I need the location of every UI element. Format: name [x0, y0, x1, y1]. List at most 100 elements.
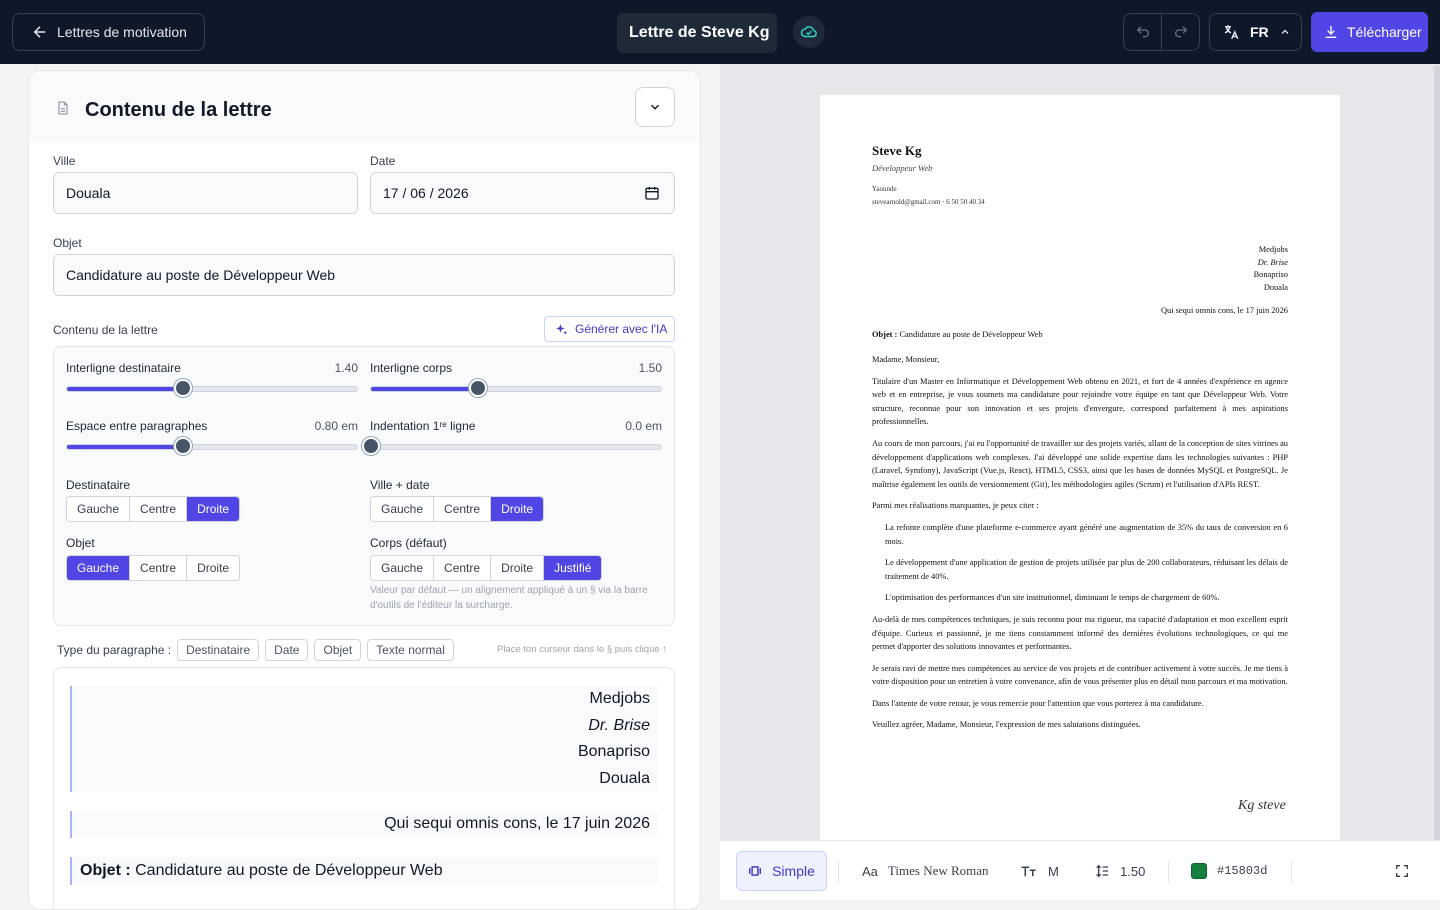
- achievement-item: La refonte complète d'une plateforme e-c…: [885, 522, 1288, 546]
- sender-role: Développeur Web: [872, 163, 933, 173]
- body-paragraph: Veuillez agréer, Madame, Monsieur, l'exp…: [872, 720, 1141, 730]
- letter-objet-prefix: Objet :: [872, 330, 898, 339]
- align-centre-button[interactable]: Centre: [129, 556, 186, 580]
- type-destinataire-button[interactable]: Destinataire: [177, 639, 260, 661]
- espace-paragraphes-value: 0.80 em: [314, 419, 358, 433]
- preview-scrollbar[interactable]: [1434, 66, 1440, 842]
- document-title[interactable]: Lettre de Steve Kg: [617, 13, 777, 53]
- template-icon: [749, 866, 762, 876]
- divider: [1168, 861, 1169, 883]
- size-value: M: [1048, 863, 1059, 879]
- slider-thumb[interactable]: [362, 437, 380, 455]
- editor-recipient-line: Bonapriso: [577, 743, 650, 760]
- formatting-settings: Interligne destinataire 1.40 Interligne …: [53, 346, 675, 626]
- editor-recipient-line: Douala: [599, 769, 650, 787]
- letter-date: Qui sequi omnis cons, le 17 juin 2026: [1160, 306, 1288, 315]
- destinataire-align-group: Gauche Centre Droite: [66, 496, 241, 522]
- font-icon: Aa: [862, 863, 878, 879]
- ville-input[interactable]: Douala: [53, 172, 358, 214]
- objet-input[interactable]: Candidature au poste de Développeur Web: [53, 254, 675, 296]
- ville-date-align-label: Ville + date: [370, 478, 430, 492]
- align-centre-button[interactable]: Centre: [129, 497, 186, 521]
- template-button[interactable]: Simple: [736, 851, 827, 891]
- undo-button[interactable]: [1124, 14, 1161, 50]
- letter-objet-text: Candidature au poste de Développeur Web: [899, 330, 1043, 339]
- editor-objet-block[interactable]: Objet : Candidature au poste de Développ…: [70, 857, 658, 885]
- slider-thumb[interactable]: [469, 379, 488, 397]
- editor-recipient-block[interactable]: Medjobs Dr. Brise Bonapriso Douala: [70, 686, 658, 792]
- paragraph-type-label: Type du paragraphe :: [57, 643, 172, 657]
- history-controls: [1123, 13, 1200, 51]
- redo-button[interactable]: [1161, 14, 1199, 50]
- editor-date-block[interactable]: Qui sequi omnis cons, le 17 juin 2026: [70, 811, 658, 838]
- interligne-corps-slider[interactable]: [370, 379, 662, 397]
- line-height-selector[interactable]: 1.50: [1094, 841, 1145, 901]
- download-button[interactable]: Télécharger: [1311, 12, 1428, 52]
- align-justifie-button[interactable]: Justifié: [543, 556, 602, 580]
- color-selector[interactable]: #15803d: [1191, 841, 1267, 901]
- align-gauche-button[interactable]: Gauche: [67, 497, 129, 521]
- line-height-value: 1.50: [1120, 863, 1146, 879]
- editor-date-line: Qui sequi omnis cons, le 17 juin 2026: [384, 815, 650, 832]
- generate-ai-label: Générer avec l'IA: [575, 322, 668, 336]
- interligne-corps-value: 1.50: [638, 361, 662, 375]
- interligne-destinataire-slider[interactable]: [66, 379, 358, 397]
- achievement-item: L'optimisation des performances d'un sit…: [885, 593, 1220, 603]
- slider-thumb[interactable]: [174, 437, 192, 455]
- collapse-button[interactable]: [635, 87, 675, 127]
- align-centre-button[interactable]: Centre: [433, 556, 490, 580]
- divider: [1291, 861, 1292, 883]
- body-paragraph: Je serais ravi de mettre mes compétences…: [872, 663, 1288, 687]
- language-code: FR: [1250, 24, 1269, 40]
- align-droite-button[interactable]: Droite: [186, 497, 240, 521]
- body-paragraph: Au-delà de mes compétences techniques, j…: [872, 614, 1288, 652]
- type-texte-normal-button[interactable]: Texte normal: [367, 639, 454, 661]
- recipient-line: Dr. Brise: [1257, 257, 1288, 267]
- align-gauche-button[interactable]: Gauche: [371, 497, 433, 521]
- indentation-slider[interactable]: [362, 437, 662, 455]
- align-droite-button[interactable]: Droite: [490, 556, 543, 580]
- preview-panel: Steve Kg Développeur Web Yaounde stevear…: [720, 64, 1440, 855]
- editor-recipient-line: Medjobs: [589, 690, 650, 707]
- date-input[interactable]: 17 / 06 / 2026: [370, 172, 675, 214]
- top-bar: Lettres de motivation Lettre de Steve Kg…: [0, 0, 1440, 64]
- size-selector[interactable]: M: [1020, 841, 1059, 901]
- slider-fill: [371, 387, 479, 391]
- align-centre-button[interactable]: Centre: [433, 497, 490, 521]
- recipient-block: Medjobs Dr. Brise Bonapriso Douala: [872, 244, 1288, 294]
- align-gauche-button[interactable]: Gauche: [371, 556, 433, 580]
- slider-thumb[interactable]: [174, 379, 192, 397]
- download-icon: [1325, 26, 1337, 38]
- date-value: 17 / 06 / 2026: [383, 185, 469, 201]
- font-name: Times New Roman: [887, 863, 989, 878]
- type-objet-button[interactable]: Objet: [314, 639, 362, 661]
- font-selector[interactable]: Aa Times New Roman: [862, 841, 989, 901]
- corps-align-label: Corps (défaut): [370, 536, 447, 550]
- espace-paragraphes-label: Espace entre paragraphes: [66, 419, 208, 433]
- signature: Kg steve: [1238, 798, 1286, 813]
- text-size-icon: [1021, 866, 1036, 877]
- objet-label: Objet: [53, 236, 82, 250]
- body-paragraph: Titulaire d'un Master en Informatique et…: [872, 376, 1288, 427]
- align-droite-button[interactable]: Droite: [186, 556, 239, 580]
- espace-paragraphes-slider[interactable]: [66, 437, 358, 455]
- calendar-icon[interactable]: [644, 185, 660, 201]
- achievement-item: Le développement d'une application de ge…: [885, 558, 1288, 581]
- objet-align-label: Objet: [66, 536, 95, 550]
- type-date-button[interactable]: Date: [265, 639, 309, 661]
- paragraph-type-bar: Type du paragraphe : Destinataire Date O…: [57, 639, 454, 661]
- interligne-destinataire-label: Interligne destinataire: [66, 361, 181, 375]
- editor-objet-text: Candidature au poste de Développeur Web: [135, 862, 443, 879]
- editor-objet-prefix: Objet :: [80, 862, 131, 879]
- language-selector[interactable]: FR: [1209, 13, 1302, 51]
- body-paragraph: Parmi mes réalisations marquantes, je pe…: [872, 501, 1039, 511]
- back-button[interactable]: Lettres de motivation: [12, 13, 205, 51]
- align-gauche-button[interactable]: Gauche: [67, 556, 130, 580]
- letter-content-panel: Contenu de la lettre Ville Douala Date 1…: [28, 70, 701, 910]
- corps-align-group: Gauche Centre Droite Justifié: [370, 555, 603, 581]
- fullscreen-button[interactable]: [1394, 841, 1410, 901]
- recipient-line: Bonapriso: [1253, 270, 1288, 279]
- align-droite-button[interactable]: Droite: [490, 497, 544, 521]
- letter-editor[interactable]: Medjobs Dr. Brise Bonapriso Douala Qui s…: [53, 667, 675, 909]
- generate-ai-button[interactable]: Générer avec l'IA: [544, 316, 675, 342]
